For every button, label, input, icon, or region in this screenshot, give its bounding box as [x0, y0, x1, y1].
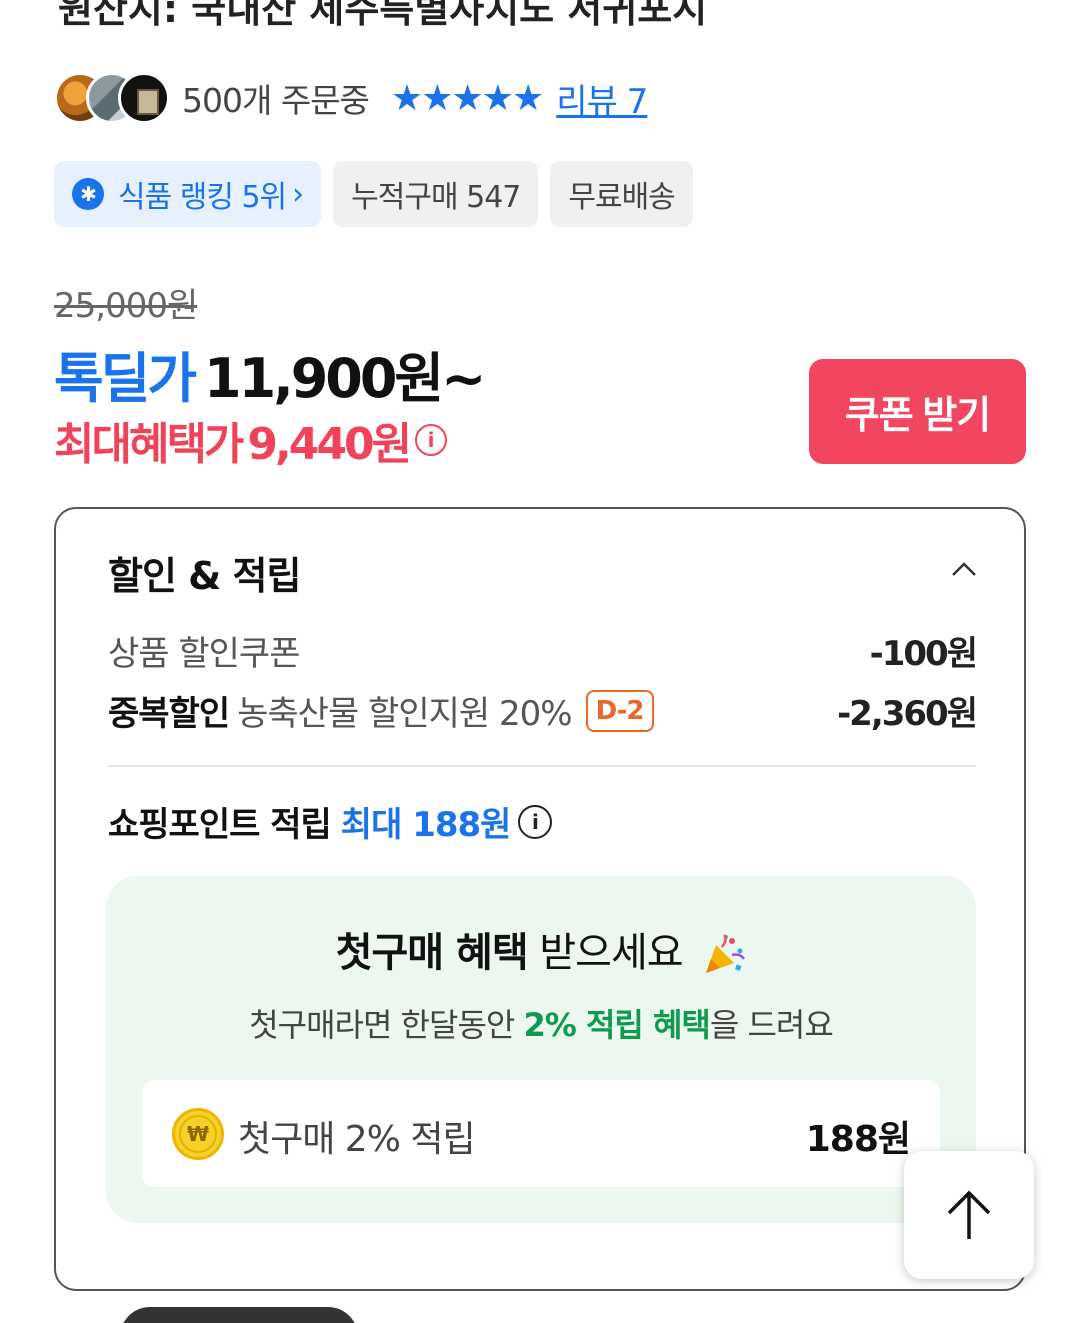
won-coin-icon: ₩: [172, 1108, 224, 1160]
chevron-right-icon: ›: [292, 176, 304, 212]
bottom-floating-bar[interactable]: [120, 1307, 358, 1323]
promo-subtitle: 첫구매라면 한달동안 2% 적립 혜택을 드려요: [106, 1000, 976, 1046]
star-badge-icon: ✱: [72, 178, 104, 210]
discount-points-card: 할인 & 적립 상품 할인쿠폰 -100원 중복할인 농축산물 할인지원 20%…: [54, 507, 1026, 1291]
avatar: [118, 72, 170, 124]
coin-symbol: ₩: [179, 1115, 217, 1153]
coupon-discount-amount: -100원: [869, 634, 978, 674]
max-benefit-label: 최대혜택가: [54, 419, 244, 470]
promo-sub-prefix: 첫구매라면 한달동안: [249, 1006, 524, 1044]
first-purchase-points-label: 첫구매 2% 적립: [238, 1119, 476, 1160]
points-max: 최대 188원: [340, 805, 512, 845]
get-coupon-button[interactable]: 쿠폰 받기: [809, 359, 1026, 464]
info-icon[interactable]: i: [415, 424, 448, 456]
stacked-discount-label: 농축산물 할인지원 20%: [237, 694, 572, 734]
deal-price-row: 톡딜가 11,900원~: [54, 334, 486, 413]
stacked-discount-amount: -2,360원: [837, 694, 978, 734]
promo-sub-suffix: 을 드려요: [709, 1006, 834, 1044]
divider: [108, 765, 976, 767]
info-icon[interactable]: i: [518, 804, 553, 839]
deal-price: 11,900원~: [204, 347, 486, 410]
promo-title: 첫구매 혜택 받으세요: [106, 920, 976, 978]
d-day-badge: D-2: [585, 689, 654, 732]
first-purchase-promo: 첫구매 혜택 받으세요 첫구매라면 한달동안 2% 적립 혜택을 드려요 ₩ 첫…: [106, 876, 976, 1223]
shopping-points-row: 쇼핑포인트 적립 최대 188원 i: [108, 797, 553, 846]
points-label: 쇼핑포인트 적립: [108, 805, 332, 845]
max-benefit-price: 9,440원: [247, 419, 412, 470]
max-benefit-row: 최대혜택가 9,440원 i: [54, 408, 448, 472]
promo-sub-highlight: 2% 적립 혜택: [523, 1006, 711, 1044]
free-shipping-label: 무료배송: [568, 180, 675, 215]
stacked-discount-row: 중복할인 농축산물 할인지원 20% D-2 -2,360원: [108, 686, 978, 735]
product-title: 원산지: 국내산 제주특별자치도 서귀포시: [58, 0, 708, 31]
buyer-avatars: [54, 72, 182, 124]
coupon-discount-row: 상품 할인쿠폰 -100원: [108, 626, 978, 675]
ranking-chip[interactable]: ✱ 식품 랭킹 5위 ›: [54, 161, 322, 227]
scroll-to-top-button[interactable]: [904, 1151, 1034, 1279]
product-chips: ✱ 식품 랭킹 5위 › 누적구매 547 무료배송: [54, 161, 693, 227]
first-purchase-points-amount: 188원: [805, 1119, 911, 1160]
stacked-discount-title: 중복할인: [108, 694, 230, 734]
coupon-discount-label: 상품 할인쿠폰: [108, 634, 300, 674]
arrow-up-icon: [947, 1190, 991, 1239]
ranking-chip-label: 식품 랭킹 5위: [118, 180, 287, 215]
chevron-up-icon[interactable]: [950, 555, 978, 583]
promo-title-bold: 첫구매 혜택: [335, 930, 529, 976]
product-meta-row: 500개 주문중 ★★★★★ 리뷰 7: [54, 70, 648, 126]
promo-title-rest: 받으세요: [527, 930, 683, 976]
first-purchase-points-box: ₩ 첫구매 2% 적립 188원: [142, 1080, 940, 1187]
free-shipping-chip: 무료배송: [550, 161, 693, 227]
order-count: 500개 주문중: [182, 81, 370, 120]
cumulative-purchase-chip: 누적구매 547: [333, 161, 539, 227]
original-price: 25,000원: [54, 286, 198, 326]
review-link[interactable]: 리뷰 7: [556, 74, 648, 123]
card-title: 할인 & 적립: [108, 554, 301, 598]
party-popper-icon: [706, 934, 746, 973]
cumulative-purchase-label: 누적구매 547: [351, 180, 521, 215]
deal-label: 톡딜가: [54, 347, 197, 410]
rating-stars-icon: ★★★★★: [390, 77, 544, 119]
